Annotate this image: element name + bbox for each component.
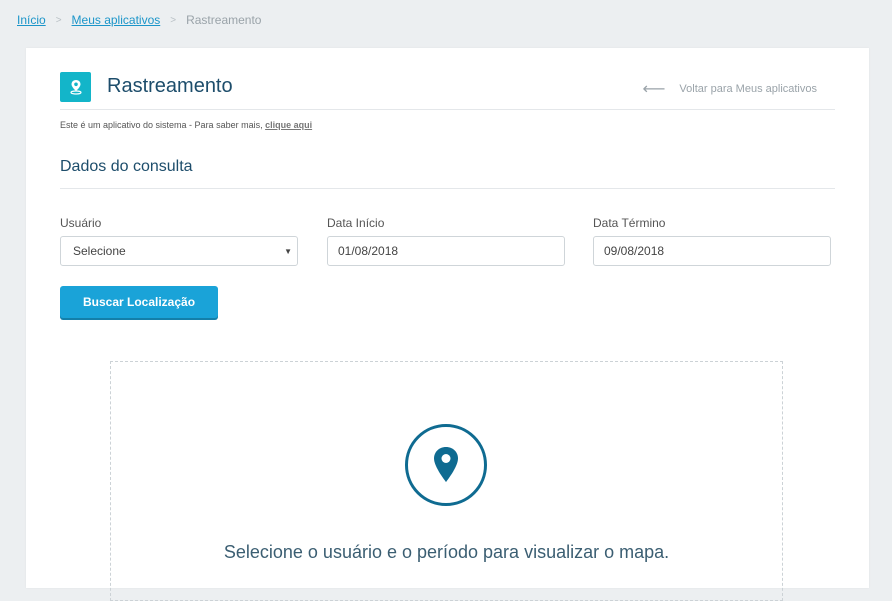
map-pin-icon bbox=[60, 72, 91, 102]
usuario-label: Usuário bbox=[60, 216, 102, 230]
breadcrumb: Início > Meus aplicativos > Rastreamento bbox=[17, 13, 261, 27]
usuario-select[interactable]: Selecione ▼ bbox=[60, 236, 298, 266]
divider bbox=[60, 109, 835, 110]
map-placeholder-message: Selecione o usuário e o período para vis… bbox=[223, 542, 670, 562]
breadcrumb-separator: > bbox=[170, 14, 177, 26]
breadcrumb-current: Rastreamento bbox=[186, 13, 262, 27]
main-card: Rastreamento ⟵ Voltar para Meus aplicati… bbox=[26, 48, 869, 601]
map-pin-icon bbox=[405, 424, 487, 506]
data-inicio-value: 01/08/2018 bbox=[338, 244, 399, 258]
system-note-text: Este é um aplicativo do sistema - Para s… bbox=[60, 120, 266, 130]
divider bbox=[60, 188, 835, 189]
back-link[interactable]: ⟵ Voltar para Meus aplicativos bbox=[642, 79, 817, 99]
section-title: Dados do consulta bbox=[60, 158, 193, 175]
search-location-button[interactable]: Buscar Localização bbox=[60, 286, 218, 318]
page-title: Rastreamento bbox=[107, 75, 233, 97]
back-link-label: Voltar para Meus aplicativos bbox=[679, 83, 817, 95]
usuario-select-value: Selecione bbox=[73, 244, 126, 258]
data-termino-field[interactable]: 09/08/2018 bbox=[593, 236, 831, 266]
data-termino-label: Data Término bbox=[593, 216, 666, 230]
learn-more-link[interactable]: clique aqui bbox=[265, 120, 312, 130]
breadcrumb-link-meus-aplicativos[interactable]: Meus aplicativos bbox=[72, 13, 161, 27]
arrow-left-icon: ⟵ bbox=[642, 81, 666, 98]
data-inicio-label: Data Início bbox=[327, 216, 385, 230]
map-placeholder: Selecione o usuário e o período para vis… bbox=[110, 361, 783, 601]
breadcrumb-link-inicio[interactable]: Início bbox=[17, 13, 46, 27]
data-inicio-field[interactable]: 01/08/2018 bbox=[327, 236, 565, 266]
system-note: Este é um aplicativo do sistema - Para s… bbox=[60, 120, 312, 130]
data-termino-value: 09/08/2018 bbox=[604, 244, 665, 258]
caret-down-icon: ▼ bbox=[284, 247, 292, 256]
breadcrumb-separator: > bbox=[55, 14, 62, 26]
